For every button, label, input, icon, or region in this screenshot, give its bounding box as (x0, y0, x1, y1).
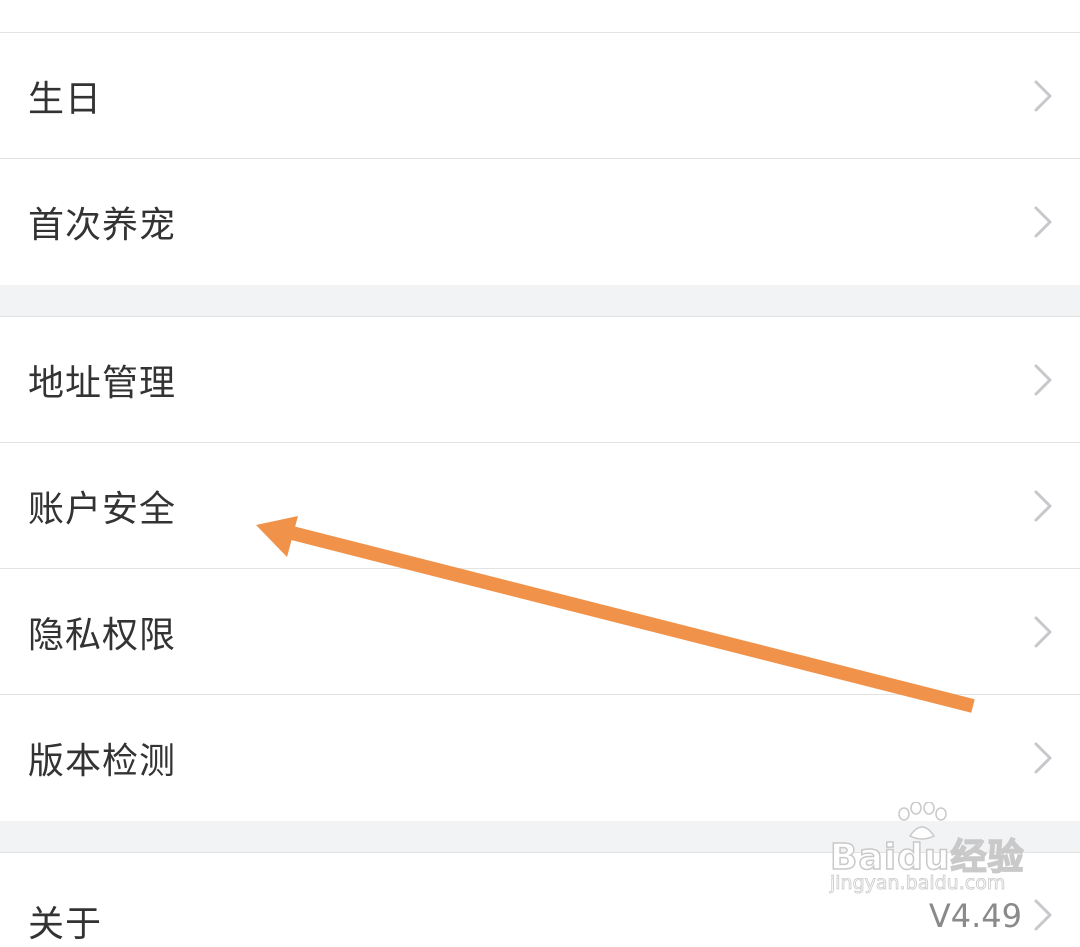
row-label: 版本检测 (28, 741, 177, 782)
chevron-right-icon (1030, 202, 1056, 242)
row-label: 生日 (28, 78, 103, 120)
settings-row-first-pet[interactable]: 首次养宠 (0, 159, 1080, 285)
settings-row-birthday[interactable]: 生日 (0, 33, 1080, 159)
row-label: 账户安全 (28, 488, 177, 530)
row-label: 地址管理 (28, 362, 177, 404)
row-label: 隐私权限 (28, 614, 177, 656)
section-gap (0, 285, 1080, 317)
row-label: 关于 (28, 904, 103, 945)
settings-row-version-check[interactable]: 版本检测 (0, 695, 1080, 821)
chevron-right-icon (1030, 738, 1056, 778)
chevron-right-icon (1030, 360, 1056, 400)
chevron-right-icon (1030, 76, 1056, 116)
settings-row-account-security[interactable]: 账户安全 (0, 443, 1080, 569)
settings-row-about[interactable]: 关于 V4.49 (0, 853, 1080, 945)
row-label: 首次养宠 (28, 205, 177, 246)
chevron-right-icon (1030, 895, 1056, 935)
section-gap (0, 821, 1080, 853)
settings-screen: 生日 首次养宠 地址管理 账户安全 隐私权限 版本检测 关于 V4.49 (0, 0, 1080, 945)
version-value: V4.49 (928, 897, 1022, 935)
settings-row-privacy[interactable]: 隐私权限 (0, 569, 1080, 695)
previous-row-remnant (0, 0, 1080, 33)
chevron-right-icon (1030, 612, 1056, 652)
chevron-right-icon (1030, 486, 1056, 526)
settings-row-address[interactable]: 地址管理 (0, 317, 1080, 443)
